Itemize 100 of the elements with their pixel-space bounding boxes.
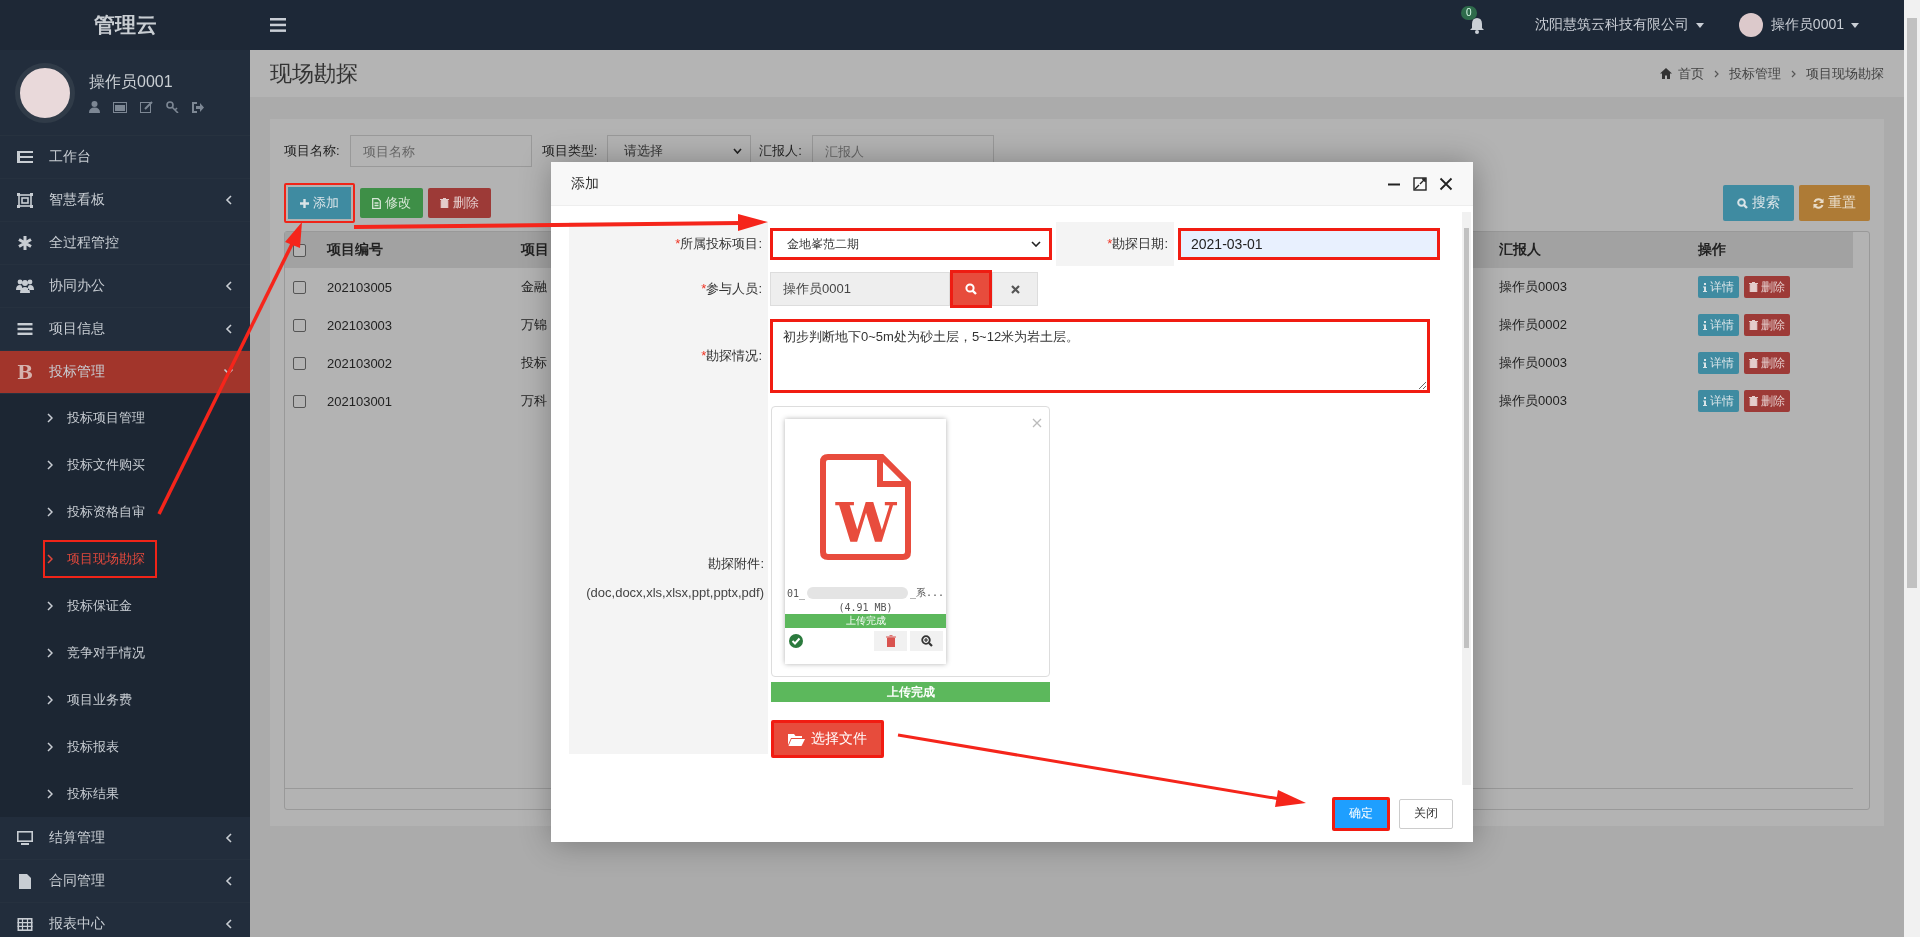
edit-icon[interactable]: [140, 101, 153, 113]
sidebar-subitem[interactable]: 投标项目管理: [43, 398, 157, 437]
users-icon: [16, 279, 34, 293]
chevron-icon: [47, 412, 53, 423]
sidebar-subitem[interactable]: 项目现场勘探: [43, 539, 157, 578]
menu-icon[interactable]: [270, 18, 286, 32]
id-card-icon[interactable]: [113, 101, 127, 113]
dialog-title: 添加: [571, 174, 599, 193]
chevron-icon: [47, 553, 53, 564]
breadcrumb-link[interactable]: 项目现场勘探: [1806, 64, 1884, 83]
menu-icon: [16, 323, 34, 335]
sidebar-subitem[interactable]: 投标资格自审: [43, 492, 157, 531]
sidebar-item[interactable]: 协同办公: [0, 265, 250, 308]
delete-button[interactable]: [874, 631, 907, 651]
breadcrumb-link[interactable]: 首页: [1678, 64, 1704, 83]
close-icon[interactable]: [1439, 176, 1453, 191]
asterisk-icon: [16, 236, 34, 250]
sidebar-subitem[interactable]: 投标文件购买: [43, 445, 157, 484]
chevron-icon: [1714, 69, 1719, 78]
column-header: 项目: [521, 241, 549, 259]
delete-button[interactable]: 删除: [1744, 352, 1790, 374]
refresh-icon: [1813, 197, 1824, 209]
scrollbar[interactable]: [1904, 0, 1920, 937]
table-cell: 操作员0003: [1499, 392, 1567, 410]
caret-icon: [733, 148, 743, 154]
scrollbar[interactable]: [1462, 212, 1471, 785]
caret-icon: [1031, 241, 1041, 247]
menu-glyph-icon: B: [16, 361, 34, 383]
table-cell: 金融: [521, 278, 547, 296]
column-header: 操作: [1698, 241, 1726, 259]
delete-button[interactable]: 删除: [1744, 314, 1790, 336]
info-icon: [1703, 396, 1707, 406]
info-icon: [1703, 320, 1707, 330]
sidebar-subitem[interactable]: 投标保证金: [43, 586, 144, 625]
sign-out-icon[interactable]: [192, 101, 204, 113]
date-field[interactable]: 2021-03-01: [1178, 228, 1440, 260]
info-icon: [1703, 358, 1707, 368]
checkbox[interactable]: [293, 280, 306, 294]
sidebar-item[interactable]: 智慧看板: [0, 179, 250, 222]
table-cell: 万锦: [521, 316, 547, 334]
filter-input[interactable]: 项目名称: [349, 135, 532, 167]
table-cell: 202103002: [327, 355, 393, 371]
sidebar-subitem[interactable]: 投标报表: [43, 727, 131, 766]
trash-icon: [885, 635, 896, 647]
table-cell: 万科: [521, 392, 547, 410]
chevron-icon: [47, 694, 53, 705]
trash-icon: [1749, 320, 1758, 330]
filter-label: 项目名称:: [284, 142, 340, 160]
trash-icon: [1749, 282, 1758, 292]
delete-button[interactable]: 删除: [428, 188, 491, 218]
chevron-icon: [47, 459, 53, 470]
delete-button[interactable]: 删除: [1744, 390, 1790, 412]
company-dropdown[interactable]: 沈阳慧筑云科技有限公司: [1534, 16, 1704, 34]
delete-button[interactable]: 删除: [1744, 276, 1790, 298]
trash-icon: [440, 198, 449, 208]
key-icon[interactable]: [166, 101, 179, 113]
file-name: 01_: [787, 587, 806, 599]
participants-field[interactable]: 操作员0001: [770, 272, 950, 306]
chevron-icon: [47, 788, 53, 799]
chevron-icon: [1791, 69, 1796, 78]
user-dropdown[interactable]: 操作员0001: [1770, 16, 1859, 34]
breadcrumb-link[interactable]: 投标管理: [1729, 64, 1781, 83]
word-document-icon: W: [819, 454, 912, 560]
sidebar-item[interactable]: B 投标管理: [0, 351, 250, 394]
choose-file-button[interactable]: 选择文件: [771, 720, 884, 758]
checkbox[interactable]: [293, 394, 306, 408]
search-button[interactable]: [950, 270, 992, 308]
bell-icon[interactable]: [1468, 16, 1485, 34]
checkbox[interactable]: [293, 356, 306, 370]
column-header: 汇报人: [1499, 241, 1541, 259]
clear-button[interactable]: [992, 272, 1038, 306]
sidebar-subitem[interactable]: 项目业务费: [43, 680, 144, 719]
user-icon[interactable]: [89, 101, 100, 113]
trash-icon: [1749, 396, 1758, 406]
sidebar-subitem[interactable]: 竞争对手情况: [43, 633, 157, 672]
chevron-icon: [47, 600, 53, 611]
zoom-button[interactable]: [910, 631, 943, 651]
survey-textarea[interactable]: 初步判断地下0~5m处为砂土层，5~12米为岩土层。: [770, 319, 1430, 393]
notification-badge: 0: [1460, 5, 1477, 20]
brand-logo: 管理云: [0, 0, 250, 50]
caret-icon: [1695, 22, 1704, 28]
avatar: [1738, 13, 1763, 37]
trash-icon: [1749, 358, 1758, 368]
field-label: *勘探情况:: [701, 347, 762, 365]
sidebar-subitem[interactable]: 投标结果: [43, 774, 131, 813]
table-cell: 操作员0003: [1499, 354, 1567, 372]
home-icon: [1660, 68, 1672, 79]
upload-status: 上传完成: [845, 616, 886, 626]
field-label: *勘探日期:: [1107, 235, 1168, 253]
table-cell: 投标: [521, 354, 547, 372]
table-cell: 操作员0002: [1499, 316, 1567, 334]
sidebar-item[interactable]: 合同管理: [0, 860, 250, 903]
field-label: 勘探附件:: [708, 554, 764, 573]
project-select[interactable]: 金地峯范二期: [770, 228, 1052, 260]
close-button[interactable]: 关闭: [1399, 798, 1453, 829]
file-types-hint: (doc,docx,xls,xlsx,ppt,pptx,pdf): [586, 584, 764, 600]
search-icon: [965, 283, 977, 295]
info-icon: [1703, 282, 1707, 292]
checkbox[interactable]: [293, 318, 306, 332]
maximize-icon[interactable]: [1413, 176, 1427, 191]
